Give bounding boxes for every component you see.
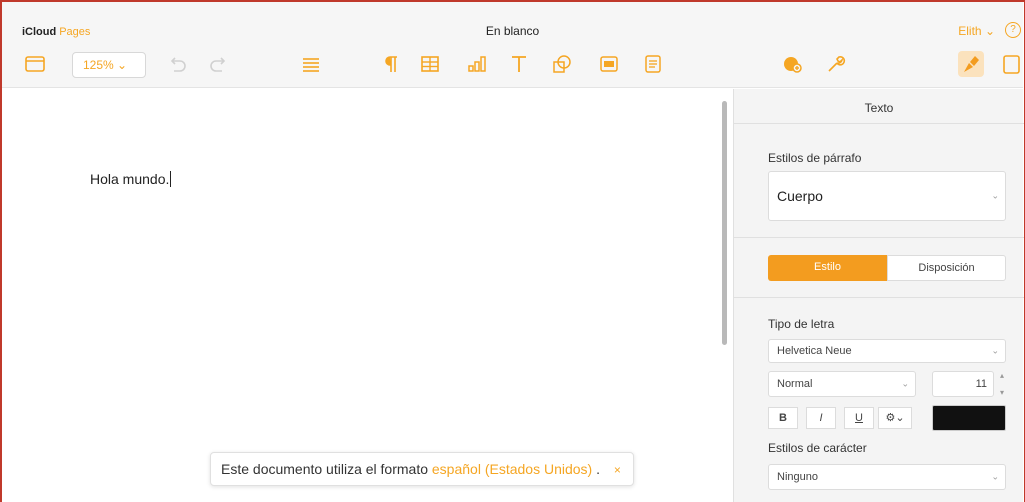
font-weight-value: Normal — [777, 378, 813, 390]
chevron-down-icon: ⌄ — [991, 345, 999, 356]
tab-layout[interactable]: Disposición — [887, 255, 1006, 281]
notice-text: Este documento utiliza el formato — [221, 461, 428, 477]
font-size-input[interactable]: 11 — [932, 371, 994, 397]
help-icon[interactable]: ? — [1005, 22, 1021, 38]
underline-button[interactable]: U — [844, 407, 874, 429]
chevron-down-icon[interactable]: ▾ — [996, 388, 1008, 397]
language-link[interactable]: español (Estados Unidos) — [432, 461, 592, 477]
document-icon[interactable] — [998, 51, 1024, 77]
format-brush-icon[interactable] — [958, 51, 984, 77]
text-options-button[interactable]: ⚙⌄ — [878, 407, 912, 429]
font-size-stepper[interactable]: ▴ ▾ — [996, 371, 1008, 397]
paragraph-styles-label: Estilos de párrafo — [768, 151, 862, 165]
char-style-select[interactable]: Ninguno ⌄ — [768, 464, 1006, 490]
view-icon[interactable] — [22, 51, 48, 77]
text-color-well[interactable] — [932, 405, 1006, 431]
chart-icon[interactable] — [464, 51, 490, 77]
italic-button[interactable]: I — [806, 407, 836, 429]
user-menu[interactable]: Elith ⌄ — [958, 24, 995, 38]
bold-button[interactable]: B — [768, 407, 798, 429]
shape-icon[interactable] — [549, 51, 575, 77]
chevron-down-icon: ⌄ — [991, 190, 999, 201]
font-label: Tipo de letra — [768, 317, 835, 331]
list-icon[interactable] — [298, 51, 324, 77]
format-inspector: Texto Estilos de párrafo Cuerpo ⌄ Estilo… — [733, 89, 1024, 502]
font-size-value: 11 — [975, 378, 987, 390]
inspector-tabs: Estilo Disposición — [768, 255, 1006, 281]
wrench-icon[interactable] — [822, 51, 848, 77]
document-canvas[interactable]: Hola mundo. — [2, 89, 733, 502]
chevron-up-icon[interactable]: ▴ — [996, 371, 1008, 380]
language-notice: Este documento utiliza el formato españo… — [210, 452, 634, 486]
paragraph-icon[interactable] — [378, 51, 404, 77]
toolbar: 125% ⌄ — [2, 38, 1023, 88]
zoom-select[interactable]: 125% ⌄ — [72, 52, 146, 78]
notice-period: . — [596, 461, 600, 477]
media-icon[interactable] — [596, 51, 622, 77]
chevron-down-icon: ⌄ — [984, 24, 995, 38]
paragraph-style-value: Cuerpo — [777, 188, 823, 204]
text-icon[interactable] — [506, 51, 532, 77]
char-style-value: Ninguno — [777, 471, 818, 483]
title-bar: iCloud Pages En blanco Elith ⌄ ? — [2, 2, 1023, 38]
font-family-value: Helvetica Neue — [777, 345, 852, 357]
document-body-text[interactable]: Hola mundo. — [90, 171, 172, 187]
redo-icon[interactable] — [206, 51, 232, 77]
vertical-scrollbar[interactable] — [722, 101, 727, 345]
divider — [734, 237, 1024, 238]
divider — [734, 123, 1024, 124]
table-icon[interactable] — [417, 51, 443, 77]
undo-icon[interactable] — [164, 51, 190, 77]
tab-style[interactable]: Estilo — [768, 255, 887, 281]
close-icon[interactable]: × — [614, 463, 621, 477]
font-weight-select[interactable]: Normal ⌄ — [768, 371, 916, 397]
text-caret — [170, 171, 172, 187]
font-family-select[interactable]: Helvetica Neue ⌄ — [768, 339, 1006, 363]
document-title[interactable]: En blanco — [2, 24, 1023, 38]
collaborate-icon[interactable] — [780, 51, 806, 77]
chevron-down-icon: ⌄ — [901, 378, 909, 389]
comment-icon[interactable] — [640, 51, 666, 77]
divider — [734, 297, 1024, 298]
paragraph-style-select[interactable]: Cuerpo ⌄ — [768, 171, 1006, 221]
chevron-down-icon: ⌄ — [991, 471, 999, 482]
inspector-title: Texto — [864, 101, 894, 115]
char-styles-label: Estilos de carácter — [768, 441, 867, 455]
